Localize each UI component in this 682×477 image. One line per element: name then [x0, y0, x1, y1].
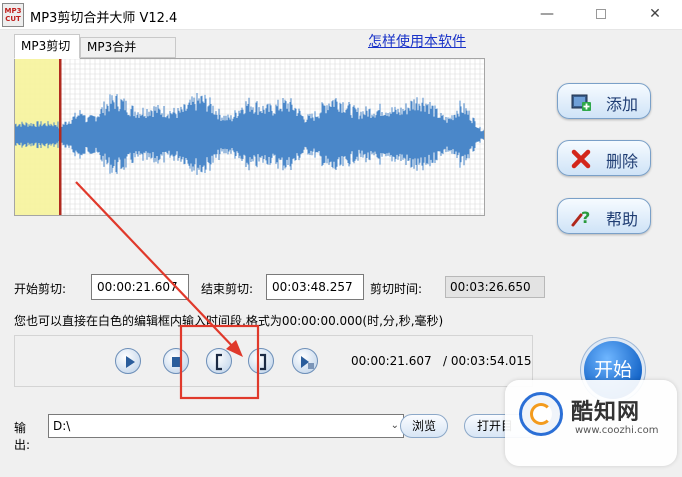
app-logo-icon: MP3 CUT: [2, 3, 24, 27]
maximize-icon: [596, 9, 606, 19]
start-marker-line: [59, 59, 62, 215]
svg-text:?: ?: [581, 208, 590, 227]
end-cut-label: 结束剪切:: [201, 282, 254, 296]
help-button[interactable]: ? 帮助: [557, 198, 651, 234]
close-button[interactable]: ✕: [632, 0, 678, 30]
waveform-display: [15, 59, 484, 215]
how-to-use-link[interactable]: 怎样使用本软件: [368, 31, 466, 51]
play-selection-icon: [301, 356, 314, 369]
app-logo-top: MP3: [4, 7, 22, 15]
red-x-icon: [571, 149, 591, 169]
app-logo-bottom: CUT: [5, 15, 21, 23]
delete-button[interactable]: 删除: [557, 140, 651, 176]
help-question-icon: ?: [571, 208, 590, 227]
current-time: 00:00:21.607: [351, 354, 432, 368]
end-cut-field[interactable]: 00:03:48.257: [266, 274, 364, 300]
window-title: MP3剪切合并大师 V12.4: [30, 11, 178, 26]
time-format-hint: 您也可以直接在白色的编辑框内输入时间段,格式为00:00:00.000(时,分,…: [14, 314, 444, 328]
maximize-button[interactable]: [578, 0, 624, 30]
watermark: 酷知网 www.coozhi.com: [505, 380, 677, 466]
output-path-select[interactable]: D:\ ⌄: [48, 414, 404, 438]
tab-mp3-merge[interactable]: MP3合并: [80, 37, 176, 58]
add-button[interactable]: 添加: [557, 83, 651, 119]
waveform-panel[interactable]: [14, 58, 485, 216]
play-selection-button[interactable]: [292, 348, 318, 374]
set-end-button[interactable]: [248, 348, 274, 374]
watermark-name: 酷知网: [571, 400, 641, 425]
help-button-label: 帮助: [606, 210, 639, 229]
cut-duration-label: 剪切时间:: [370, 282, 423, 296]
add-file-icon: [571, 94, 591, 111]
set-start-button[interactable]: [206, 348, 232, 374]
set-end-bracket-icon: [260, 353, 267, 371]
delete-button-label: 删除: [606, 152, 639, 171]
output-label: 输出:: [14, 421, 31, 452]
minimize-button[interactable]: —: [524, 0, 570, 30]
chevron-down-icon[interactable]: ⌄: [391, 415, 399, 437]
browse-button[interactable]: 浏览: [400, 414, 448, 438]
play-icon: [126, 356, 135, 368]
tab-mp3-cut[interactable]: MP3剪切: [14, 34, 80, 59]
play-button[interactable]: [115, 348, 141, 374]
cut-duration-value: 00:03:26.650: [445, 276, 545, 298]
start-cut-field[interactable]: 00:00:21.607: [91, 274, 189, 300]
watermark-logo-icon: [519, 392, 563, 436]
stop-button[interactable]: [163, 348, 189, 374]
player-bar: 00:00:21.607 / 00:03:54.015: [14, 335, 533, 387]
start-cut-label: 开始剪切:: [14, 282, 67, 296]
stop-icon: [172, 357, 182, 367]
watermark-url: www.coozhi.com: [575, 425, 659, 436]
title-bar: MP3 CUT MP3剪切合并大师 V12.4 — ✕: [0, 0, 682, 30]
total-time: / 00:03:54.015: [443, 354, 532, 368]
set-start-bracket-icon: [215, 353, 222, 371]
add-button-label: 添加: [606, 95, 639, 114]
output-path-value: D:\: [53, 419, 71, 433]
